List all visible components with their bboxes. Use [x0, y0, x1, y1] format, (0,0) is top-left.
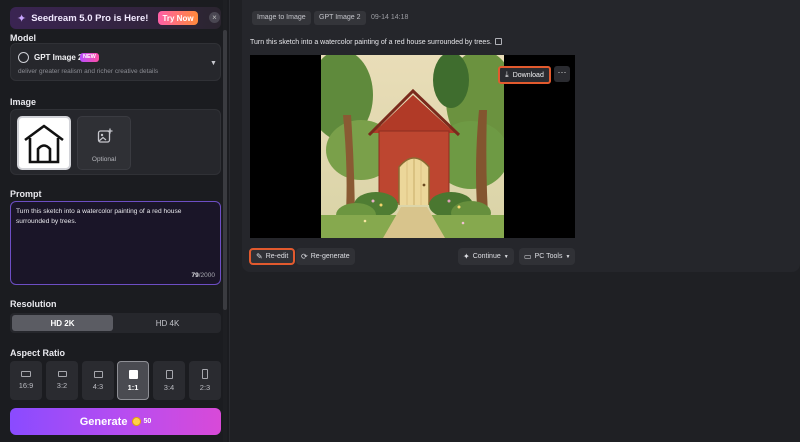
refresh-icon: ⟳: [301, 252, 308, 261]
ratio-landscape-icon: [93, 370, 103, 378]
result-prompt: Turn this sketch into a watercolor paint…: [250, 38, 502, 46]
timestamp: 09-14 14:18: [371, 14, 409, 21]
result-prompt-text: Turn this sketch into a watercolor paint…: [250, 39, 492, 46]
prompt-input[interactable]: Turn this sketch into a watercolor paint…: [16, 207, 216, 267]
aspect-ratio-label: 1:1: [127, 382, 139, 392]
aspect-ratio-label: 16:9: [18, 381, 34, 390]
model-tag: GPT Image 2: [314, 11, 366, 25]
ratio-portrait-icon: [202, 369, 208, 379]
generate-label: Generate: [79, 415, 128, 428]
chevron-down-icon: ▼: [565, 253, 571, 260]
download-icon: ⤓: [505, 70, 509, 79]
aspect-ratio-2-3[interactable]: 2:3: [189, 361, 221, 400]
aspect-ratio-label: 3:2: [56, 381, 68, 390]
aspect-ratio-label: 3:4: [163, 382, 175, 392]
chevron-down-icon: ▼: [503, 253, 509, 260]
coin-icon: [132, 417, 142, 426]
sparkle-icon: ✦: [463, 252, 470, 261]
sparkle-icon: ✦: [17, 12, 27, 25]
new-badge: NEW: [80, 53, 99, 62]
aspect-ratio-label: 2:3: [199, 383, 211, 392]
copy-icon[interactable]: [494, 38, 502, 45]
aspect-ratio-1-1[interactable]: 1:1: [117, 361, 149, 400]
image-section-label: Image: [10, 97, 37, 107]
result-card: Image to Image GPT Image 2 09-14 14:18 T…: [242, 0, 800, 272]
prompt-box: Turn this sketch into a watercolor paint…: [10, 201, 221, 285]
reference-image-thumbnail[interactable]: [17, 116, 71, 170]
image-upload-area: Optional: [10, 109, 221, 175]
chevron-down-icon[interactable]: ▼: [210, 60, 217, 67]
aspect-ratio-4-3[interactable]: 4:3: [82, 361, 114, 400]
aspect-ratio-label: 4:3: [92, 381, 104, 391]
model-name: GPT Image 2: [34, 53, 83, 62]
aspect-ratio-options: 16:9 3:2 4:3 1:1 3:4 2:3: [10, 361, 221, 401]
resolution-option-2k[interactable]: HD 2K: [12, 315, 113, 331]
aspect-ratio-section-label: Aspect Ratio: [10, 348, 66, 358]
model-selector[interactable]: GPT Image 2 NEW deliver greater realism …: [10, 43, 221, 81]
download-button[interactable]: ⤓ Download: [498, 66, 551, 84]
scrollbar-thumb[interactable]: [223, 30, 227, 310]
regenerate-label: Re-generate: [310, 253, 350, 260]
more-options-button[interactable]: ···: [554, 66, 570, 82]
regenerate-button[interactable]: ⟳ Re-generate: [296, 248, 355, 265]
left-panel-scrollbar[interactable]: [223, 0, 227, 442]
promo-banner[interactable]: ✦ Seedream 5.0 Pro is Here! Try Now ×: [10, 7, 221, 29]
ratio-portrait-icon: [165, 369, 173, 379]
re-edit-button[interactable]: ✎ Re-edit: [249, 248, 296, 265]
re-edit-label: Re-edit: [265, 253, 289, 260]
resolution-toggle: HD 2K HD 4K: [10, 313, 221, 333]
watercolor-house-image: [321, 55, 504, 238]
left-panel: ✦ Seedream 5.0 Pro is Here! Try Now × Mo…: [0, 0, 230, 442]
char-counter: 79/2000: [191, 272, 215, 279]
continue-label: Continue: [472, 253, 501, 260]
add-image-slot[interactable]: Optional: [77, 116, 131, 170]
generate-button[interactable]: Generate 50: [10, 408, 221, 435]
model-section-label: Model: [10, 33, 36, 43]
ratio-square-icon: [128, 369, 138, 379]
openai-logo-icon: [18, 52, 29, 63]
model-description: deliver greater realism and richer creat…: [18, 68, 159, 75]
aspect-ratio-3-4[interactable]: 3:4: [153, 361, 185, 400]
aspect-ratio-3-2[interactable]: 3:2: [46, 361, 78, 400]
download-label: Download: [512, 71, 544, 79]
resolution-section-label: Resolution: [10, 299, 57, 309]
monitor-icon: ▭: [524, 252, 532, 261]
generate-cost: 50: [143, 418, 152, 425]
ratio-landscape-icon: [57, 371, 67, 377]
mode-tag: Image to Image: [252, 11, 311, 25]
char-count: 79: [191, 272, 199, 279]
resolution-option-4k[interactable]: HD 4K: [117, 315, 218, 331]
optional-label: Optional: [91, 156, 117, 163]
ratio-landscape-icon: [21, 371, 31, 377]
pc-tools-button[interactable]: ▭ PC Tools ▼: [519, 248, 576, 265]
pc-tools-label: PC Tools: [534, 253, 563, 260]
char-max: /2000: [198, 272, 215, 279]
aspect-ratio-16-9[interactable]: 16:9: [10, 361, 42, 400]
close-icon[interactable]: ×: [209, 12, 220, 23]
promo-text: Seedream 5.0 Pro is Here!: [31, 12, 149, 24]
generated-image[interactable]: [321, 55, 504, 238]
house-sketch-icon: [24, 124, 64, 164]
continue-button[interactable]: ✦ Continue ▼: [458, 248, 514, 265]
prompt-section-label: Prompt: [10, 189, 42, 199]
try-now-button[interactable]: Try Now: [158, 11, 198, 25]
pencil-icon: ✎: [256, 252, 263, 261]
add-image-icon: [97, 128, 113, 143]
